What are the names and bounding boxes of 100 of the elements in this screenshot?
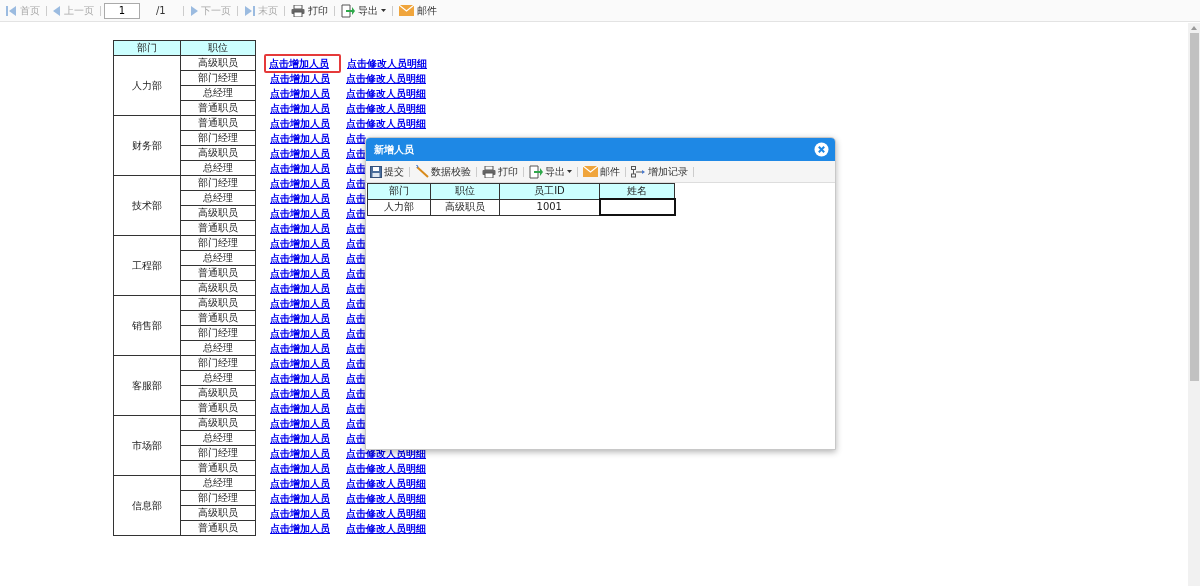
edit-details-link[interactable]: 点击 [346,237,366,250]
edit-details-link[interactable]: 点击 [346,207,366,220]
edit-details-link[interactable]: 点击修改人员明细 [346,102,426,115]
table-cell: 总经理 [180,250,256,266]
edit-details-link[interactable]: 点击修改人员明细 [346,462,426,475]
table-cell: 部门经理 [180,490,256,506]
edit-details-link[interactable]: 点击 [346,282,366,295]
column-header: 员工ID [499,183,600,199]
toolbar-button[interactable]: 增加记录 [629,162,690,181]
table-cell: 总经理 [180,475,256,491]
edit-details-link[interactable]: 点击 [346,372,366,385]
table-cell: 部门经理 [180,130,256,146]
add-person-link[interactable]: 点击增加人员 [267,311,340,326]
edit-details-link[interactable]: 点击修改人员明细 [346,72,426,85]
add-person-link[interactable]: 点击增加人员 [267,326,340,341]
page-number-field[interactable]: 1 [104,2,140,19]
table-cell: 客服部 [113,355,181,416]
add-person-link[interactable]: 点击增加人员 [267,506,340,521]
add-person-link[interactable]: 点击增加人员 [267,491,340,506]
table-cell: 高级职员 [180,295,256,311]
toolbar-button[interactable]: 数据校验 [413,162,473,181]
edit-details-link[interactable]: 点击 [346,327,366,340]
edit-details-link[interactable]: 点击 [346,267,366,280]
edit-details-link[interactable]: 点击 [346,252,366,265]
add-person-link[interactable]: 点击增加人员 [267,416,340,431]
edit-details-link[interactable]: 点击 [346,297,366,310]
edit-details-link[interactable]: 点击 [346,312,366,325]
table-cell: 人力部 [113,55,181,116]
table-cell: 部门经理 [180,70,256,86]
table-cell: 高级职员 [180,505,256,521]
add-person-link[interactable]: 点击增加人员 [267,251,340,266]
table-cell: 销售部 [113,295,181,356]
edit-details-link[interactable]: 点击修改人员明细 [347,57,427,70]
add-person-link[interactable]: 点击增加人员 [267,116,340,131]
add-person-link[interactable]: 点击增加人员 [267,71,340,86]
edit-details-link[interactable]: 点击修改人员明细 [346,522,426,535]
add-person-link[interactable]: 点击增加人员 [267,281,340,296]
add-person-link[interactable]: 点击增加人员 [267,386,340,401]
table-cell: 部门经理 [180,355,256,371]
add-person-link[interactable]: 点击增加人员 [267,161,340,176]
add-person-link[interactable]: 点击增加人员 [267,221,340,236]
add-person-link[interactable]: 点击增加人员 [267,431,340,446]
edit-details-link[interactable]: 点击 [346,222,366,235]
add-person-link[interactable]: 点击增加人员 [267,356,340,371]
table-cell: 工程部 [113,235,181,296]
table-cell: 技术部 [113,175,181,236]
add-person-link[interactable]: 点击增加人员 [267,266,340,281]
table-cell: 普通职员 [180,460,256,476]
export-menu-button[interactable]: 导出 [337,1,389,20]
edit-details-link[interactable]: 点击修改人员明细 [346,87,426,100]
add-person-link[interactable]: 点击增加人员 [267,446,340,461]
table-cell: 普通职员 [180,100,256,116]
edit-details-link[interactable]: 点击 [346,402,366,415]
add-person-link[interactable]: 点击增加人员 [267,296,340,311]
toolbar-button[interactable]: 邮件 [581,162,622,181]
table-cell: 高级职员 [180,55,256,71]
toolbar-button[interactable]: 打印 [480,162,520,181]
edit-details-link[interactable]: 点击修改人员明细 [346,117,426,130]
table-cell: 高级职员 [180,280,256,296]
edit-details-link[interactable]: 点击 [346,387,366,400]
add-person-link[interactable]: 点击增加人员 [267,476,340,491]
add-person-link[interactable]: 点击增加人员 [267,236,340,251]
edit-details-link[interactable]: 点击修改人员明细 [346,492,426,505]
edit-details-link[interactable]: 点击 [346,177,366,190]
edit-details-link[interactable]: 点击 [346,417,366,430]
table-cell: 部门经理 [180,235,256,251]
export-menu-button[interactable]: 导出 [527,162,574,181]
toolbar-button[interactable]: 提交 [368,162,406,181]
edit-details-link[interactable]: 点击修改人员明细 [346,477,426,490]
toolbar-button[interactable]: 打印 [287,1,331,20]
add-person-link[interactable]: 点击增加人员 [267,191,340,206]
add-person-link[interactable]: 点击增加人员 [267,341,340,356]
table-cell: 1001 [499,199,600,215]
add-person-link[interactable]: 点击增加人员 [267,131,340,146]
add-person-link[interactable]: 点击增加人员 [267,86,340,101]
edit-details-link[interactable]: 点击 [346,132,366,145]
add-person-link[interactable]: 点击增加人员 [267,146,340,161]
table-cell: 普通职员 [180,220,256,236]
add-person-link[interactable]: 点击增加人员 [264,54,341,73]
add-person-link[interactable]: 点击增加人员 [267,461,340,476]
toolbar-button[interactable]: 邮件 [395,1,440,20]
edit-details-link[interactable]: 点击 [346,432,366,445]
add-person-link[interactable]: 点击增加人员 [267,371,340,386]
edit-details-link[interactable]: 点击 [346,147,366,160]
edit-details-link[interactable]: 点击 [346,192,366,205]
add-person-link[interactable]: 点击增加人员 [267,521,340,536]
table-cell: 总经理 [180,190,256,206]
add-person-link[interactable]: 点击增加人员 [267,176,340,191]
edit-details-link[interactable]: 点击 [346,357,366,370]
edit-details-link[interactable]: 点击 [346,342,366,355]
table-cell: 高级职员 [180,205,256,221]
edit-details-link[interactable]: 点击 [346,162,366,175]
add-person-link[interactable]: 点击增加人员 [267,206,340,221]
edit-details-link[interactable]: 点击修改人员明细 [346,507,426,520]
column-header: 职位 [430,183,500,199]
table-cell: 普通职员 [180,265,256,281]
table-cell: 高级职员 [430,199,500,215]
add-person-link[interactable]: 点击增加人员 [267,401,340,416]
table-cell: 人力部 [367,199,431,215]
add-person-link[interactable]: 点击增加人员 [267,101,340,116]
